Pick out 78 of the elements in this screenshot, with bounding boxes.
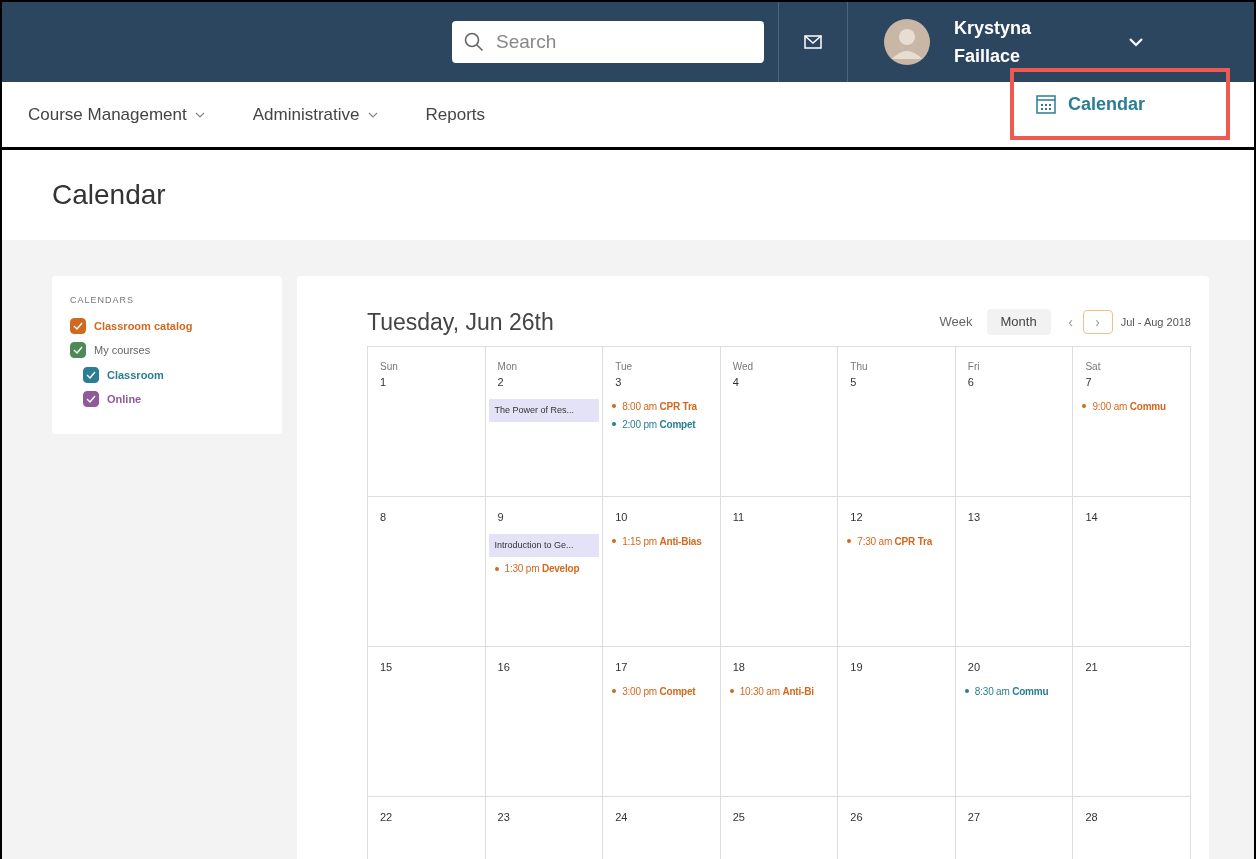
- calendar-event[interactable]: 7:30 am CPR Tra: [857, 533, 933, 549]
- day-number: 9: [496, 510, 505, 525]
- sidebar-heading: CALENDARS: [70, 294, 135, 307]
- day-number: 2: [496, 375, 505, 390]
- calendar-label: Classroom: [107, 367, 164, 383]
- checkmark-icon: [73, 346, 83, 355]
- user-name: Krystyna Faillace: [954, 17, 1033, 68]
- weekday-label: Wed: [731, 360, 755, 374]
- calendar-event[interactable]: 1:30 pm Develop: [504, 561, 580, 576]
- weekday-label: Fri: [966, 360, 981, 374]
- weekday-label: Mon: [496, 360, 518, 374]
- calendar-link[interactable]: Calendar: [1010, 68, 1230, 140]
- weekday-label: Sat: [1084, 360, 1102, 374]
- day-number: 7: [1084, 375, 1093, 390]
- previous-button[interactable]: ‹: [1058, 310, 1083, 334]
- chevron-down-icon[interactable]: [1128, 37, 1144, 47]
- date-title: Tuesday, Jun 26th: [367, 307, 555, 337]
- calendar-icon: [1036, 94, 1056, 114]
- day-number: 23: [496, 810, 511, 825]
- calendar-event[interactable]: 9:00 am Commu: [1092, 398, 1166, 414]
- day-number: 6: [966, 375, 975, 390]
- page-title: Calendar: [52, 178, 166, 212]
- calendar-event[interactable]: Introduction to Ge...: [488, 533, 600, 557]
- day-number: 3: [614, 375, 623, 390]
- search-icon: [464, 32, 484, 52]
- calendar-label: Classroom catalog: [94, 318, 193, 334]
- date-range: Jul - Aug 2018: [1120, 314, 1191, 330]
- day-number: 13: [966, 510, 982, 525]
- day-number: 26: [849, 810, 864, 825]
- next-button[interactable]: ›: [1082, 310, 1113, 334]
- calendar-event[interactable]: 1:15 pm Anti-Bias: [622, 533, 702, 549]
- calendar-label: My courses: [94, 343, 151, 358]
- day-number: 27: [966, 810, 982, 825]
- mail-icon[interactable]: [804, 35, 822, 49]
- view-tab[interactable]: Week: [931, 309, 981, 335]
- day-number: 25: [731, 810, 746, 825]
- calendar-label: Online: [107, 392, 142, 407]
- weekday-label: Thu: [849, 360, 869, 374]
- day-number: 19: [849, 660, 864, 675]
- weekday-label: Sun: [379, 360, 399, 374]
- day-number: 20: [966, 660, 982, 675]
- day-number: 17: [614, 660, 629, 675]
- day-number: 1: [379, 375, 388, 390]
- day-number: 15: [379, 660, 394, 675]
- avatar-icon: [884, 19, 930, 65]
- day-number: 28: [1084, 810, 1099, 825]
- checkbox[interactable]: [70, 317, 86, 334]
- nav-menu-item[interactable]: Administrative: [252, 101, 378, 128]
- day-number: 8: [379, 510, 388, 525]
- day-number: 10: [614, 510, 629, 525]
- day-number: 12: [849, 510, 864, 525]
- day-number: 22: [379, 810, 394, 825]
- day-number: 14: [1084, 510, 1099, 525]
- checkmark-icon: [73, 321, 83, 330]
- day-number: 24: [614, 810, 629, 825]
- day-number: 4: [731, 375, 740, 390]
- nav-menu-item[interactable]: Reports: [425, 101, 486, 128]
- search-field[interactable]: Search: [452, 21, 764, 63]
- checkmark-icon: [86, 395, 96, 404]
- calendar-event[interactable]: 8:30 am Commu: [974, 683, 1049, 699]
- view-tab[interactable]: Month: [986, 309, 1051, 335]
- search-input: Search: [496, 27, 726, 57]
- day-number: 11: [731, 510, 746, 525]
- checkbox[interactable]: [83, 391, 99, 408]
- day-number: 18: [731, 660, 746, 675]
- checkbox[interactable]: [70, 342, 86, 359]
- calendar-event[interactable]: 2:00 pm Compet: [622, 416, 696, 432]
- calendar-event[interactable]: The Power of Res...: [488, 398, 600, 422]
- checkbox[interactable]: [83, 366, 99, 383]
- calendar-event[interactable]: 3:00 pm Compet: [622, 683, 696, 699]
- weekday-label: Tue: [614, 360, 633, 374]
- nav-menu-item[interactable]: Course Management: [28, 101, 205, 128]
- day-number: 21: [1084, 660, 1099, 675]
- calendar-event[interactable]: 8:00 am CPR Tra: [622, 398, 697, 414]
- day-number: 5: [849, 375, 858, 390]
- checkmark-icon: [86, 370, 96, 379]
- day-number: 16: [496, 660, 511, 675]
- calendar-event[interactable]: 10:30 am Anti-Bi: [739, 683, 814, 699]
